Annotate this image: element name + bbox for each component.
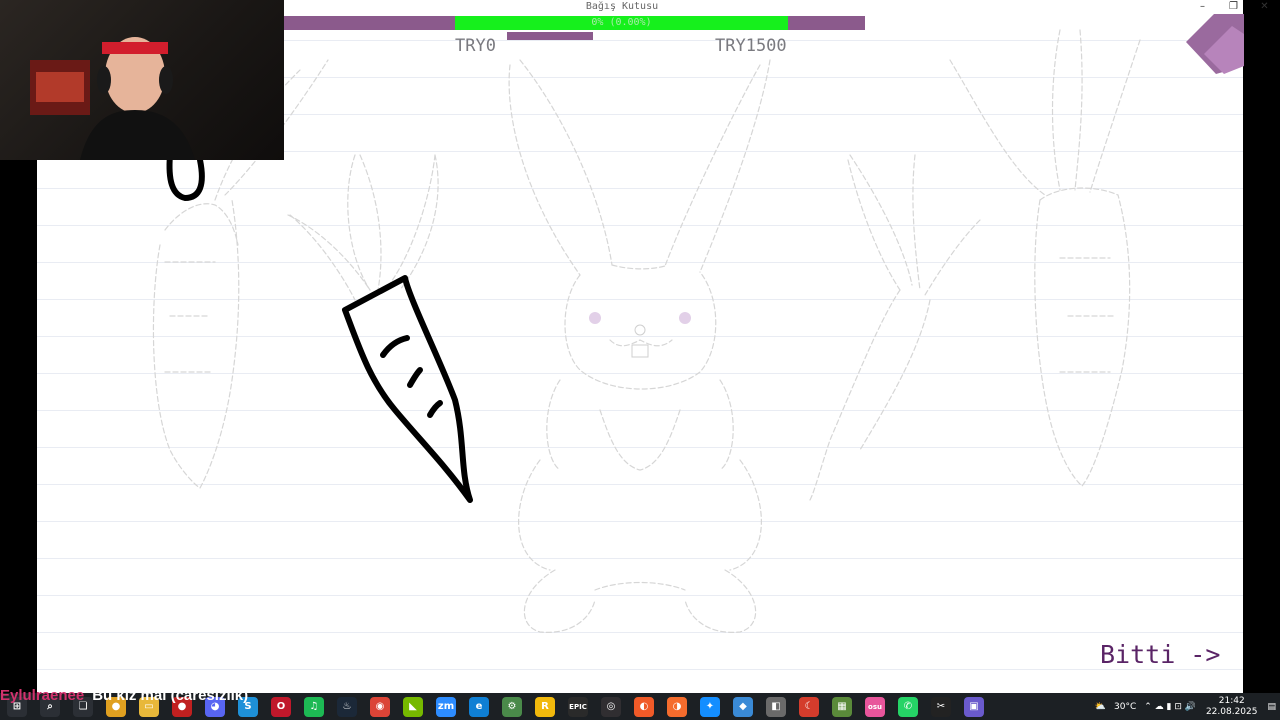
sketch-right-carrot-tilted bbox=[809, 154, 981, 501]
chat-text: Bu kız mal (caresizlik) bbox=[92, 687, 249, 704]
edge-icon[interactable]: e bbox=[469, 696, 489, 717]
sketch-rabbit-left-eye bbox=[589, 312, 601, 324]
temperature[interactable]: 30°C bbox=[1114, 702, 1136, 712]
tray-icons[interactable]: ⌃ ☁ ▮ ⊡ 🔊 bbox=[1144, 702, 1196, 712]
corner-ribbon-decoration bbox=[1186, 14, 1244, 74]
clock[interactable]: 21:42 22.08.2025 bbox=[1206, 696, 1258, 718]
epic-games-icon[interactable]: EPIC bbox=[568, 696, 588, 717]
battlenet-icon[interactable]: ✦ bbox=[700, 696, 720, 717]
donation-title: Bağış Kutusu bbox=[585, 1, 659, 12]
sketch-rabbit-right-eye bbox=[679, 312, 691, 324]
whatsapp-icon[interactable]: ✆ bbox=[898, 696, 918, 717]
obs-icon[interactable]: ◎ bbox=[601, 696, 621, 717]
moon-icon[interactable]: ☾ bbox=[799, 696, 819, 717]
cloud-sun-icon[interactable]: ⛅ bbox=[1095, 702, 1106, 712]
user-stroke-line-1 bbox=[380, 335, 410, 358]
steam-icon[interactable]: ♨ bbox=[337, 696, 357, 717]
cheat-engine-icon[interactable]: ⚙ bbox=[502, 696, 522, 717]
capcut-icon[interactable]: ✂ bbox=[931, 696, 951, 717]
donation-percent: 0% (0.00%) bbox=[591, 17, 652, 28]
webcam-overlay bbox=[0, 0, 284, 160]
user-stroke-top bbox=[166, 152, 205, 201]
chat-username: Eylulraenee bbox=[0, 687, 85, 704]
rockstar-icon[interactable]: R bbox=[535, 696, 555, 717]
chrome-icon[interactable]: ◉ bbox=[370, 696, 390, 717]
screen: – ❐ ✕ Bağış Kutusu 0% (0.00%) TRY0 TRY15… bbox=[0, 0, 1280, 720]
sketch-right-carrot bbox=[949, 29, 1141, 487]
chat-message: Eylulraenee Bu kız mal (caresizlik) bbox=[0, 687, 248, 707]
notification-icon[interactable]: ▤ bbox=[1267, 702, 1276, 712]
app-icon[interactable]: ◧ bbox=[766, 696, 786, 717]
minimize-button[interactable]: – bbox=[1187, 0, 1218, 14]
donation-marker bbox=[507, 32, 593, 40]
launcher-icon[interactable]: ◆ bbox=[733, 696, 753, 717]
window-controls: – ❐ ✕ bbox=[1180, 0, 1280, 14]
minecraft-icon[interactable]: ▦ bbox=[832, 696, 852, 717]
opera-icon[interactable]: O bbox=[271, 696, 291, 717]
clock-date: 22.08.2025 bbox=[1205, 706, 1258, 717]
close-button[interactable]: ✕ bbox=[1249, 0, 1280, 14]
sketch-left-leaves bbox=[287, 154, 439, 301]
sketch-rabbit-nose bbox=[634, 324, 646, 336]
restore-button[interactable]: ❐ bbox=[1218, 0, 1249, 14]
user-stroke-line-2 bbox=[407, 367, 423, 388]
system-tray: ⛅ 30°C ⌃ ☁ ▮ ⊡ 🔊 21:42 22.08.2025 ▤ bbox=[1091, 693, 1280, 720]
donation-max-label: TRY1500 bbox=[715, 36, 787, 56]
done-button[interactable]: Bitti -> bbox=[1100, 640, 1220, 669]
ea-icon[interactable]: ◐ bbox=[634, 696, 654, 717]
zoom-icon[interactable]: zm bbox=[436, 696, 456, 717]
donation-min-label: TRY0 bbox=[455, 36, 496, 56]
osu-icon[interactable]: osu bbox=[865, 696, 885, 717]
sketch-rabbit-teeth bbox=[631, 344, 649, 358]
headband bbox=[102, 42, 168, 54]
sketch-rabbit bbox=[508, 59, 771, 633]
origin-icon[interactable]: ◑ bbox=[667, 696, 687, 717]
spotify-icon[interactable]: ♫ bbox=[304, 696, 324, 717]
user-stroke-carrot bbox=[342, 275, 473, 503]
active-app-icon[interactable]: ▣ bbox=[964, 696, 984, 717]
clock-time: 21:42 bbox=[1218, 695, 1245, 706]
nvidia-icon[interactable]: ◣ bbox=[403, 696, 423, 717]
user-stroke-line-3 bbox=[427, 400, 443, 418]
